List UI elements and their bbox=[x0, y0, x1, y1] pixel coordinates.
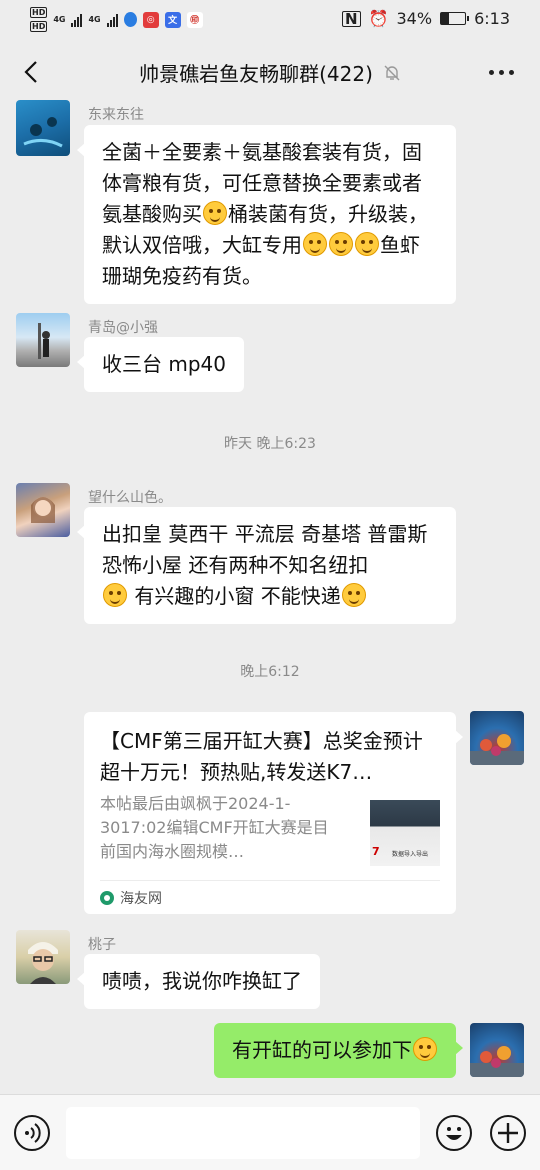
avatar[interactable] bbox=[16, 100, 70, 156]
sender-name: 青岛@小强 bbox=[88, 320, 158, 336]
link-card[interactable]: 【CMF第三届开缸大赛】总奖金预计超十万元！预热贴,转发送K7… 本帖最后由飒枫… bbox=[84, 712, 463, 914]
sweat-smile-emoji-icon bbox=[341, 583, 366, 607]
diver-avatar-image bbox=[23, 117, 63, 148]
source-logo-icon bbox=[100, 891, 114, 905]
sweat-smile-emoji-icon bbox=[103, 583, 127, 607]
smirk-emoji-icon bbox=[329, 232, 353, 256]
message-input[interactable] bbox=[66, 1107, 420, 1159]
aquarium-avatar-image bbox=[470, 734, 524, 765]
grin-emoji-icon bbox=[413, 1037, 437, 1061]
message-bubble[interactable]: 收三台 mp40 bbox=[77, 337, 244, 392]
self-message-bubble[interactable]: 有开缸的可以参加下 bbox=[214, 1023, 463, 1078]
sender-name: 东来东往 bbox=[88, 107, 144, 123]
man-avatar-image bbox=[28, 942, 58, 984]
smirk-emoji-icon bbox=[355, 232, 379, 256]
plus-button[interactable] bbox=[490, 1115, 526, 1151]
nfc-icon: N bbox=[342, 10, 361, 27]
chat-header: 帅景礁岩鱼友畅聊群(422) bbox=[0, 40, 540, 106]
card-source-name: 海友网 bbox=[120, 891, 162, 907]
woman-avatar-image bbox=[31, 497, 55, 523]
card-description: 本帖最后由飒枫于2024-1-3017:02编辑CMF开缸大赛是目前国内海水圈规… bbox=[100, 794, 329, 861]
title-container: 帅景礁岩鱼友畅聊群(422) bbox=[0, 58, 540, 87]
message-bubble[interactable]: 出扣皇 莫西干 平流层 奇基塔 普雷斯 恐怖小屋 还有两种不知名纽扣 有兴趣的小… bbox=[77, 507, 456, 624]
more-dot bbox=[499, 70, 504, 75]
thumb-text: 7 bbox=[372, 845, 380, 858]
signal-icon-2 bbox=[106, 13, 118, 27]
plus-icon bbox=[498, 1123, 518, 1143]
aquarium-avatar-image bbox=[470, 1046, 524, 1077]
card-thumbnail: 7 数据导入导出 bbox=[370, 800, 440, 866]
sender-name: 桃子 bbox=[88, 937, 116, 953]
avatar[interactable] bbox=[16, 483, 70, 537]
message-text: 啧啧，我说你咋换缸了 bbox=[102, 969, 302, 993]
clock: 6:13 bbox=[474, 9, 510, 28]
voice-button[interactable] bbox=[14, 1115, 50, 1151]
message-text: 有开缸的可以参加下 bbox=[232, 1038, 412, 1062]
avatar[interactable] bbox=[16, 313, 70, 367]
signal-icon bbox=[71, 13, 83, 27]
alarm-icon: ⏰ bbox=[368, 9, 389, 28]
hd-indicators: HD HD bbox=[30, 7, 48, 32]
input-bar bbox=[0, 1094, 540, 1170]
network-type-2: 4G bbox=[88, 15, 101, 24]
status-bar: HD HD 4G 4G ◎ 文 ㊞ N ⏰ 34% 6:13 bbox=[0, 0, 540, 40]
grimace-emoji-icon bbox=[203, 201, 227, 225]
battery-icon bbox=[440, 12, 470, 25]
message-bubble[interactable]: 啧啧，我说你咋换缸了 bbox=[77, 954, 320, 1009]
shield-app-icon bbox=[123, 12, 137, 27]
card-source: 海友网 bbox=[100, 888, 162, 908]
avatar[interactable] bbox=[16, 930, 70, 984]
bell-muted-icon bbox=[384, 65, 400, 80]
voice-icon bbox=[25, 1123, 41, 1143]
timestamp: 晚上6:12 bbox=[240, 664, 300, 680]
app-notification-icon: ㊞ bbox=[186, 11, 203, 28]
message-text: 出扣皇 莫西干 平流层 奇基塔 普雷斯 恐怖小屋 还有两种不知名纽扣 bbox=[102, 522, 428, 577]
app-notification-icon: 文 bbox=[164, 11, 181, 28]
more-dot bbox=[509, 70, 514, 75]
more-dots-icon bbox=[489, 70, 494, 75]
emoji-button[interactable] bbox=[436, 1115, 472, 1151]
more-button[interactable] bbox=[489, 70, 514, 75]
battery-percent: 34% bbox=[396, 9, 433, 28]
network-type-1: 4G bbox=[53, 15, 66, 24]
sender-name: 望什么山色。 bbox=[88, 490, 172, 506]
status-left: HD HD 4G 4G ◎ 文 ㊞ bbox=[30, 7, 203, 32]
message-bubble[interactable]: 全菌＋全要素＋氨基酸套装有货，固体膏粮有货，可任意替换全要素或者氨基酸购买 桶装菌… bbox=[77, 125, 456, 304]
message-text: 有兴趣的小窗 不能快递 bbox=[128, 584, 341, 608]
timestamp: 昨天 晚上6:23 bbox=[224, 436, 316, 452]
emoji-icon bbox=[446, 1127, 462, 1140]
person-avatar-image bbox=[38, 323, 50, 359]
self-avatar[interactable] bbox=[470, 711, 524, 765]
app-notification-icon: ◎ bbox=[142, 11, 159, 28]
title-wrap: 帅景礁岩鱼友畅聊群(422) bbox=[139, 58, 401, 87]
thumb-caption: 数据导入导出 bbox=[392, 851, 429, 858]
status-right: N ⏰ 34% 6:13 bbox=[342, 9, 510, 28]
self-avatar[interactable] bbox=[470, 1023, 524, 1077]
divider bbox=[100, 880, 440, 881]
hd-badge-2: HD bbox=[30, 21, 48, 32]
message-text: 收三台 mp40 bbox=[102, 352, 226, 376]
smirk-emoji-icon bbox=[303, 232, 327, 256]
chat-title: 帅景礁岩鱼友畅聊群(422) bbox=[139, 62, 373, 86]
hd-badge-1: HD bbox=[30, 7, 48, 18]
card-title: 【CMF第三届开缸大赛】总奖金预计超十万元！预热贴,转发送K7… bbox=[100, 729, 423, 784]
